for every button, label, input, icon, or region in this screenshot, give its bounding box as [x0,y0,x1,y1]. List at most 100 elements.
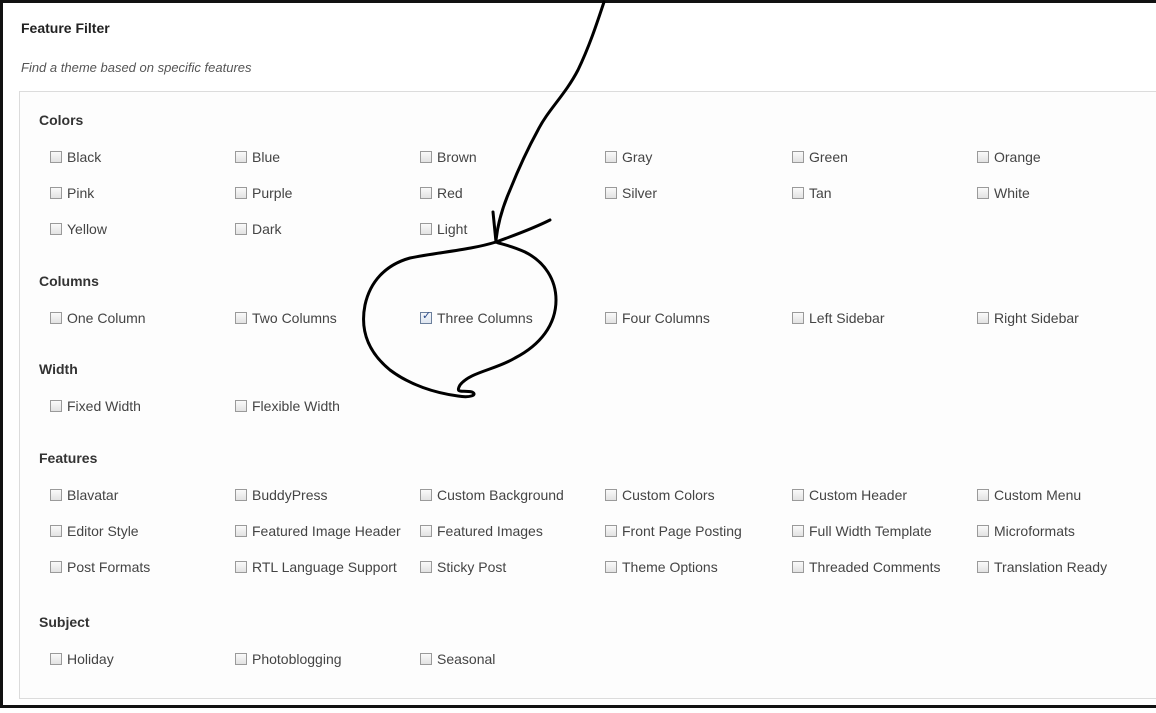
checkbox-option-four-columns[interactable]: Four Columns [605,309,710,327]
checkbox-icon[interactable] [235,187,247,199]
checkbox-icon[interactable] [605,561,617,573]
checkbox-option-brown[interactable]: Brown [420,148,477,166]
checkbox-option-custom-background[interactable]: Custom Background [420,486,564,504]
checkbox-icon[interactable] [50,312,62,324]
checkbox-option-gray[interactable]: Gray [605,148,652,166]
checkbox-icon[interactable] [235,561,247,573]
checkbox-option-threaded-comments[interactable]: Threaded Comments [792,558,941,576]
checkbox-option-light[interactable]: Light [420,220,467,238]
group-heading-features: Features [39,450,98,466]
checkbox-option-microformats[interactable]: Microformats [977,522,1075,540]
checkbox-icon[interactable] [605,489,617,501]
checkbox-option-blue[interactable]: Blue [235,148,280,166]
checkbox-label: Right Sidebar [994,310,1079,326]
checkbox-icon[interactable] [792,489,804,501]
checkbox-icon[interactable] [605,312,617,324]
checkbox-icon[interactable] [420,653,432,665]
checkbox-icon[interactable] [977,561,989,573]
checkbox-option-front-page-posting[interactable]: Front Page Posting [605,522,742,540]
checkbox-label: Red [437,185,463,201]
checkbox-option-full-width-template[interactable]: Full Width Template [792,522,932,540]
checkbox-option-post-formats[interactable]: Post Formats [50,558,150,576]
checkbox-icon[interactable] [977,312,989,324]
checkbox-icon[interactable] [235,312,247,324]
checkbox-icon[interactable] [977,525,989,537]
checkbox-icon[interactable] [420,489,432,501]
checkbox-icon[interactable] [792,312,804,324]
checkbox-label: Sticky Post [437,559,507,575]
checkbox-option-right-sidebar[interactable]: Right Sidebar [977,309,1079,327]
checkbox-label: Brown [437,149,477,165]
checkbox-option-one-column[interactable]: One Column [50,309,146,327]
checkbox-option-custom-header[interactable]: Custom Header [792,486,907,504]
checkbox-icon[interactable] [50,525,62,537]
checkbox-icon[interactable] [50,400,62,412]
checkbox-icon[interactable] [605,151,617,163]
checkbox-option-flexible-width[interactable]: Flexible Width [235,397,340,415]
checkbox-icon[interactable] [420,223,432,235]
checkbox-icon[interactable] [235,653,247,665]
checkbox-icon[interactable] [977,489,989,501]
group-heading-colors: Colors [39,112,84,128]
checkbox-icon[interactable] [420,525,432,537]
checkbox-option-tan[interactable]: Tan [792,184,832,202]
checkbox-icon[interactable] [50,561,62,573]
checkbox-option-white[interactable]: White [977,184,1030,202]
checkbox-option-buddypress[interactable]: BuddyPress [235,486,327,504]
checkbox-option-translation-ready[interactable]: Translation Ready [977,558,1107,576]
checkbox-icon[interactable] [420,187,432,199]
checkbox-option-two-columns[interactable]: Two Columns [235,309,337,327]
checkbox-icon[interactable] [50,187,62,199]
checkbox-icon[interactable] [235,489,247,501]
checkbox-option-featured-images[interactable]: Featured Images [420,522,543,540]
checkbox-icon[interactable] [605,187,617,199]
checkbox-option-photoblogging[interactable]: Photoblogging [235,650,342,668]
checkbox-label: Green [809,149,848,165]
checkbox-option-black[interactable]: Black [50,148,101,166]
checkbox-icon[interactable] [420,309,432,324]
checkbox-label: Editor Style [67,523,139,539]
checkbox-option-red[interactable]: Red [420,184,463,202]
checkbox-option-yellow[interactable]: Yellow [50,220,107,238]
checkbox-icon[interactable] [792,151,804,163]
checkbox-option-dark[interactable]: Dark [235,220,282,238]
checkbox-icon[interactable] [235,151,247,163]
checkbox-icon[interactable] [50,223,62,235]
checkbox-label: Custom Colors [622,487,715,503]
checkbox-icon[interactable] [50,489,62,501]
checkbox-icon[interactable] [792,561,804,573]
checkbox-option-blavatar[interactable]: Blavatar [50,486,118,504]
checkbox-icon[interactable] [235,223,247,235]
checkbox-option-fixed-width[interactable]: Fixed Width [50,397,141,415]
checkbox-option-pink[interactable]: Pink [50,184,94,202]
checkbox-option-holiday[interactable]: Holiday [50,650,114,668]
checkbox-option-left-sidebar[interactable]: Left Sidebar [792,309,885,327]
checkbox-option-custom-colors[interactable]: Custom Colors [605,486,715,504]
checkbox-icon[interactable] [50,653,62,665]
checkbox-option-purple[interactable]: Purple [235,184,292,202]
checkbox-icon[interactable] [235,400,247,412]
checkbox-icon[interactable] [792,525,804,537]
checkbox-option-sticky-post[interactable]: Sticky Post [420,558,506,576]
checkbox-option-orange[interactable]: Orange [977,148,1041,166]
checkbox-label: Two Columns [252,310,337,326]
checkbox-icon[interactable] [235,525,247,537]
checkbox-option-silver[interactable]: Silver [605,184,657,202]
checkbox-icon[interactable] [50,151,62,163]
checkbox-option-custom-menu[interactable]: Custom Menu [977,486,1081,504]
checkbox-icon[interactable] [605,525,617,537]
checkbox-label: Black [67,149,102,165]
checkbox-option-green[interactable]: Green [792,148,848,166]
checkbox-option-theme-options[interactable]: Theme Options [605,558,718,576]
checkbox-label: Flexible Width [252,398,340,414]
checkbox-option-seasonal[interactable]: Seasonal [420,650,495,668]
checkbox-icon[interactable] [420,561,432,573]
checkbox-icon[interactable] [977,151,989,163]
checkbox-icon[interactable] [977,187,989,199]
checkbox-option-rtl-language-support[interactable]: RTL Language Support [235,558,397,576]
checkbox-option-featured-image-header[interactable]: Featured Image Header [235,522,401,540]
checkbox-option-three-columns[interactable]: Three Columns [420,309,533,327]
checkbox-option-editor-style[interactable]: Editor Style [50,522,139,540]
checkbox-icon[interactable] [792,187,804,199]
checkbox-icon[interactable] [420,151,432,163]
